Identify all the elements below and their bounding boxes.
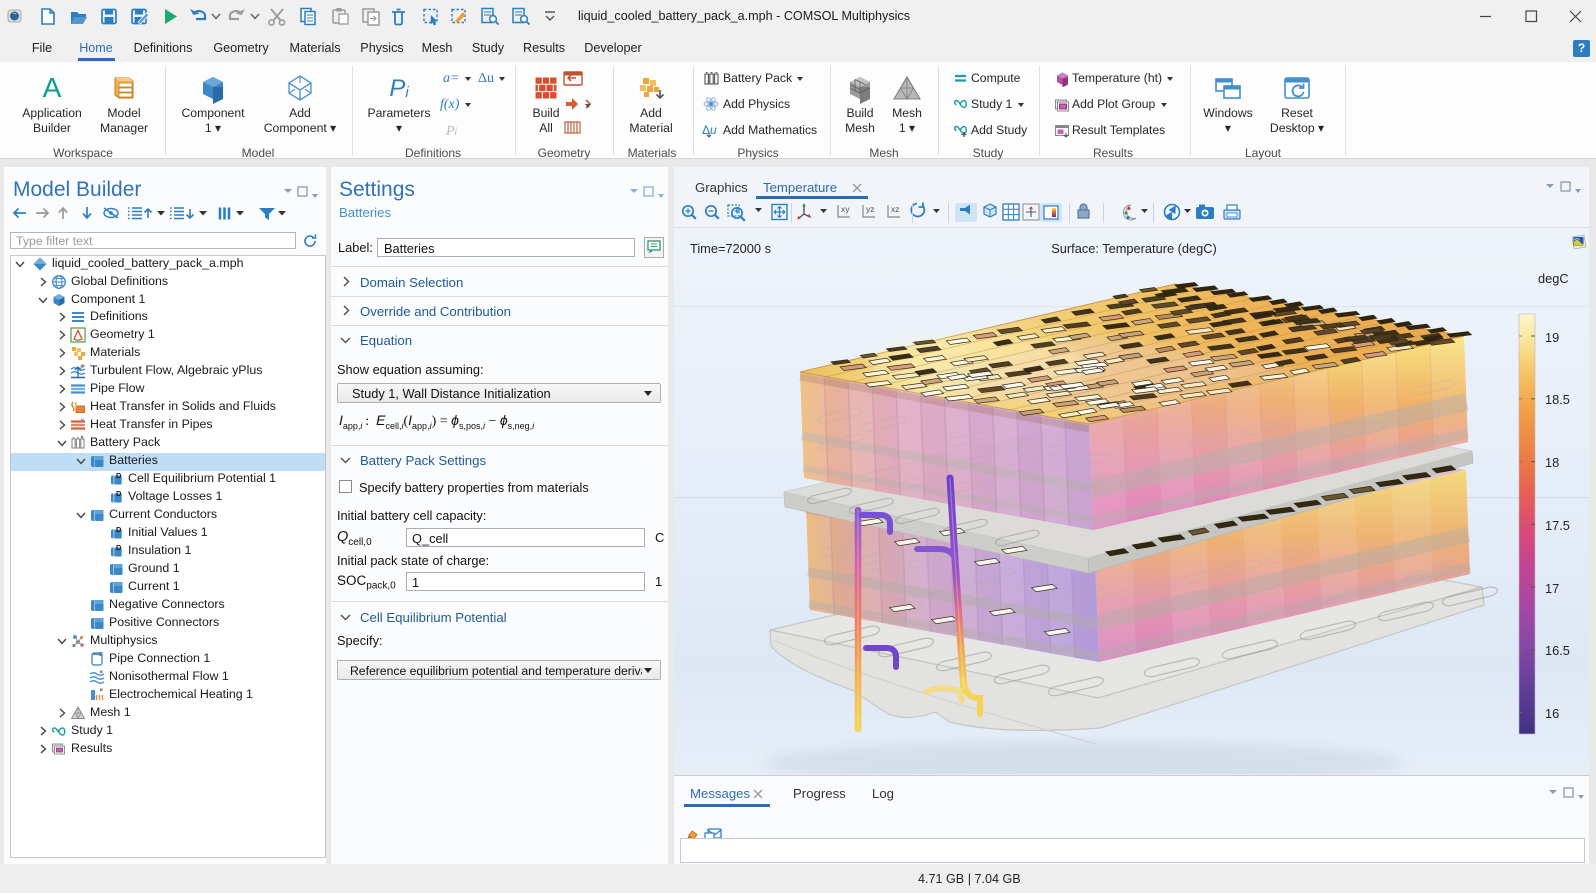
svg-text:D: D <box>116 471 122 480</box>
svg-text:D: D <box>116 525 122 534</box>
svg-text:D: D <box>116 489 122 498</box>
svg-text:Pi: Pi <box>389 75 409 102</box>
svg-text:yz: yz <box>866 204 875 214</box>
svg-text:D: D <box>116 543 122 552</box>
svg-text:xz: xz <box>891 204 900 214</box>
svg-text:Δu: Δu <box>702 123 717 137</box>
svg-text:A: A <box>43 72 62 103</box>
svg-text:xy: xy <box>841 204 850 214</box>
